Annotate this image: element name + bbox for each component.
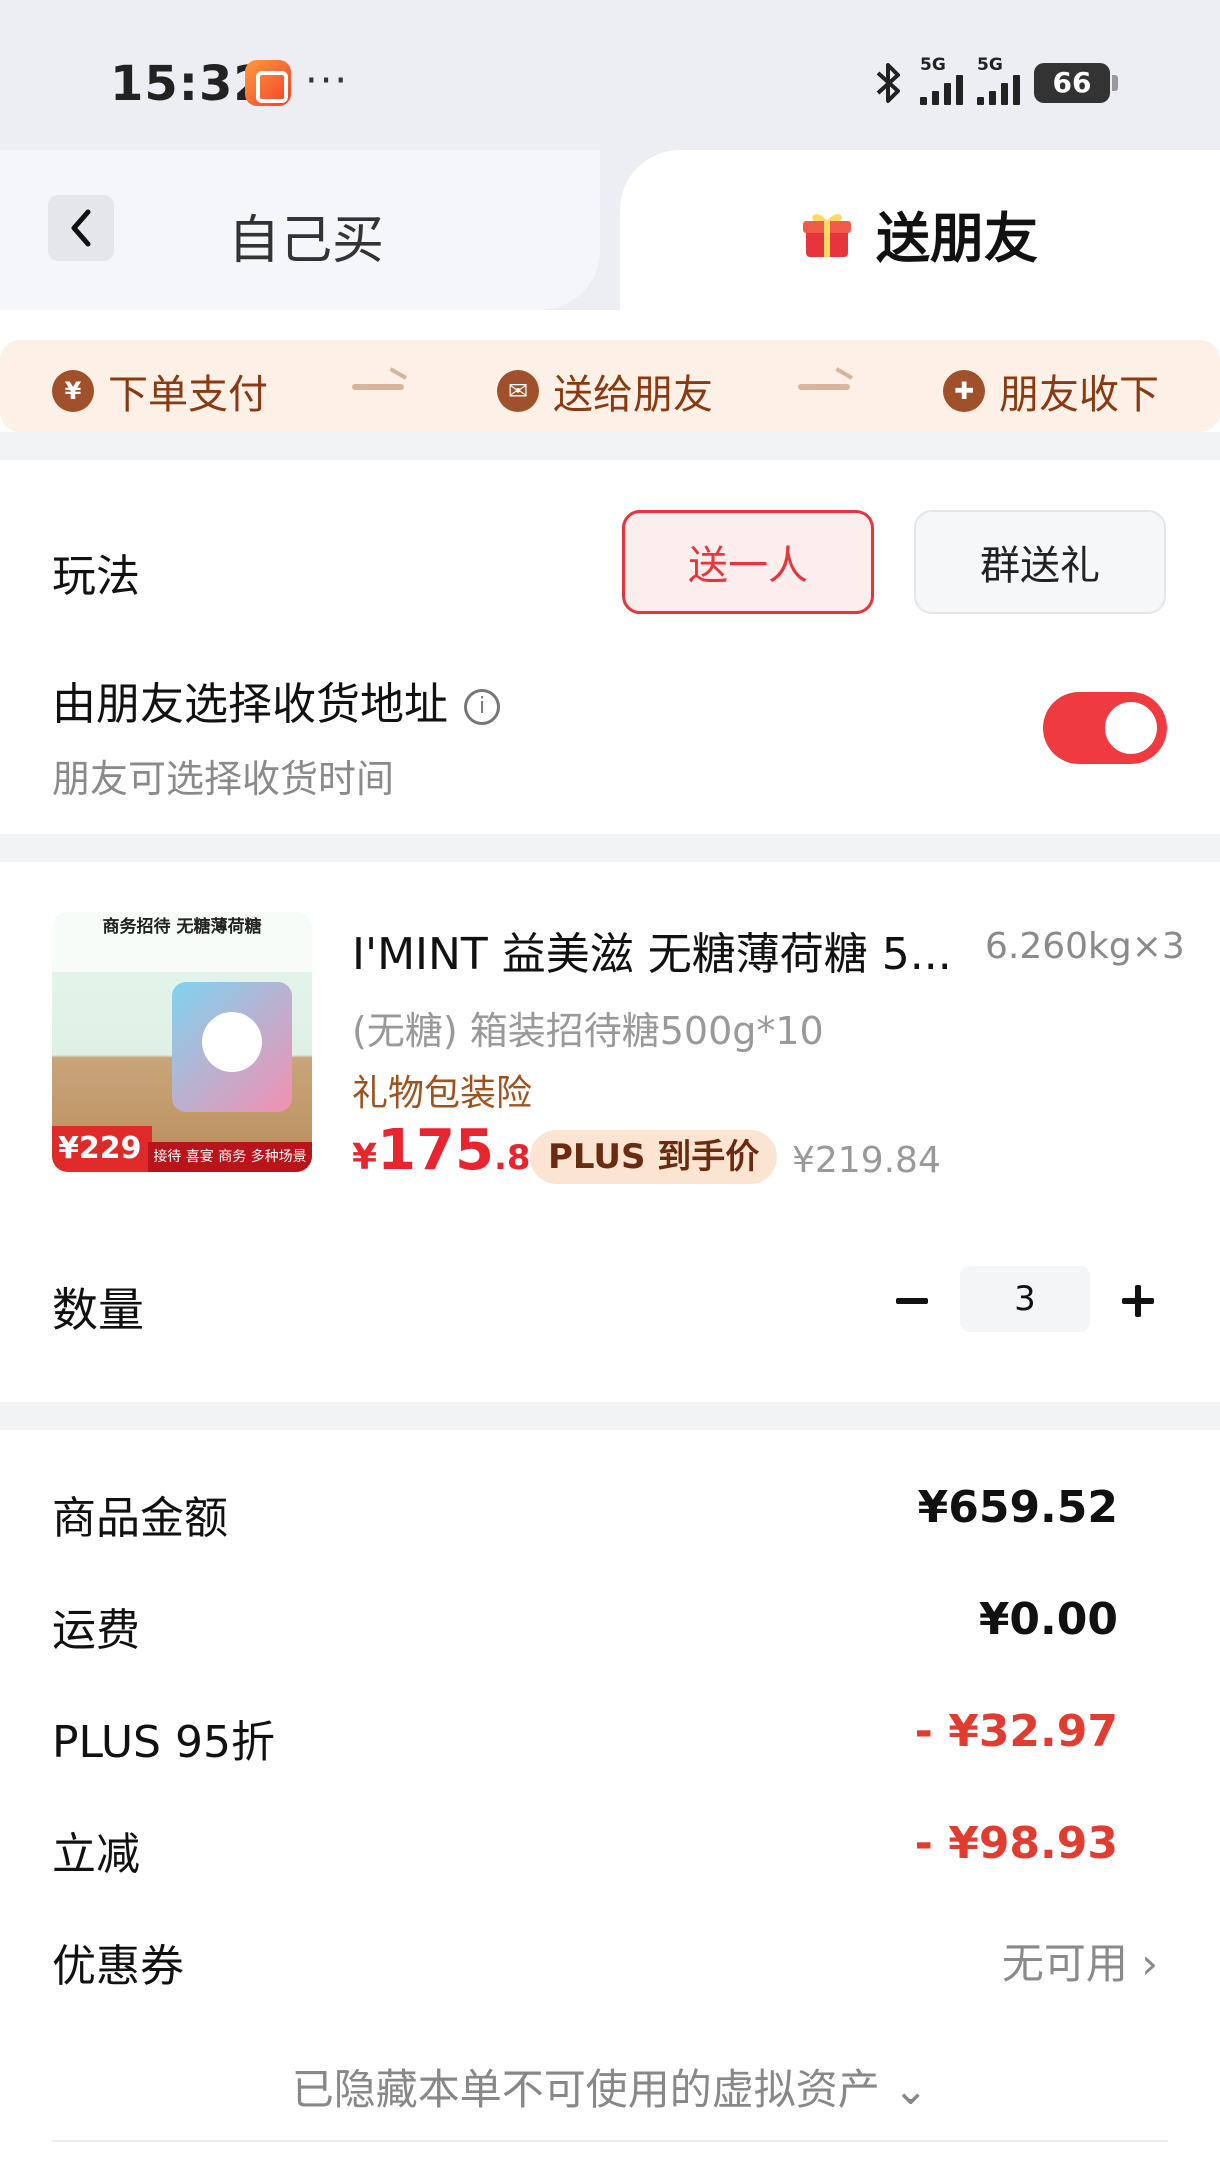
tab-send-friend-label: 送朋友 <box>876 207 1038 270</box>
signal-icon-2: 5G <box>977 55 1020 105</box>
product-spec: (无糖) 箱装招待糖500g*10 <box>352 1009 824 1053</box>
step-label: 送给朋友 <box>553 372 713 418</box>
tab-buy-self[interactable]: 自己买 <box>228 198 384 273</box>
wechat-icon: ✉ <box>497 370 539 412</box>
price-integer: 175 <box>377 1118 494 1183</box>
arrow-right-icon <box>352 384 404 390</box>
gift-icon <box>800 207 854 261</box>
status-indicators: 5G 5G 66 <box>872 55 1118 108</box>
more-notifications-icon: ··· <box>305 58 350 104</box>
quantity-label: 数量 <box>52 1283 144 1337</box>
original-price: ¥219.84 <box>792 1140 941 1181</box>
summary-value: ¥659.52 <box>917 1482 1118 1533</box>
tab-send-friend[interactable]: 送朋友 <box>800 194 1038 273</box>
bluetooth-icon <box>872 59 906 107</box>
product-image[interactable]: 商务招待 无糖薄荷糖 ¥229 接待 喜宴 商务 多种场景 <box>52 912 312 1172</box>
product-image-band: 接待 喜宴 商务 多种场景 <box>148 1142 312 1172</box>
summary-label: 运费 <box>52 1605 140 1656</box>
summary-label: PLUS 95折 <box>52 1717 275 1768</box>
address-title-row: 由朋友选择收货地址 i <box>52 668 500 732</box>
play-label: 玩法 <box>52 551 140 602</box>
quantity-decrease-button[interactable] <box>892 1270 936 1330</box>
gift-small-icon: ✚ <box>943 370 985 412</box>
summary-label: 立减 <box>52 1829 140 1880</box>
battery-icon: 66 <box>1034 63 1118 103</box>
friend-address-toggle[interactable] <box>1043 692 1167 764</box>
address-title: 由朋友选择收货地址 <box>52 679 448 730</box>
yen-icon: ¥ <box>52 370 94 412</box>
summary-value: ¥0.00 <box>978 1594 1118 1645</box>
product-title[interactable]: I'MINT 益美滋 无糖薄荷糖 5... <box>352 918 952 982</box>
summary-value: - ¥98.93 <box>914 1818 1118 1869</box>
coupon-label: 优惠券 <box>52 1941 184 1992</box>
chevron-left-icon <box>71 209 91 247</box>
coupon-selector[interactable]: 无可用 › <box>1002 1930 1158 1991</box>
step-receive: ✚ 朋友收下 <box>943 362 1159 420</box>
signal-icon-1: 5G <box>920 55 963 105</box>
option-send-one[interactable]: 送一人 <box>622 510 874 614</box>
product-image-caption: 商务招待 无糖薄荷糖 <box>52 912 312 972</box>
section-divider <box>0 432 1220 460</box>
option-group-gift[interactable]: 群送礼 <box>914 510 1166 614</box>
step-label: 朋友收下 <box>999 372 1159 418</box>
price-symbol: ¥ <box>352 1137 378 1178</box>
product-flower-graphic <box>202 1012 262 1072</box>
section-divider <box>0 1402 1220 1430</box>
status-bar: 15:32 ··· 5G 5G 66 <box>0 0 1220 150</box>
step-label: 下单支付 <box>108 372 268 418</box>
bottom-divider <box>52 2140 1168 2142</box>
quantity-increase-button[interactable] <box>1118 1270 1162 1330</box>
tab-header: 自己买 送朋友 <box>0 150 1220 310</box>
quantity-input[interactable]: 3 <box>960 1266 1090 1332</box>
hidden-assets-toggle[interactable]: 已隐藏本单不可使用的虚拟资产 ⌄ <box>0 2056 1220 2117</box>
arrow-right-icon <box>798 384 850 390</box>
gift-insurance: 礼物包装险 <box>352 1073 533 1114</box>
gift-steps-bar: ¥ 下单支付 ✉ 送给朋友 ✚ 朋友收下 <box>0 340 1220 432</box>
product-image-price: ¥229 <box>52 1126 152 1172</box>
product-price: ¥175.87 <box>352 1118 554 1183</box>
plus-price-badge: PLUS 到手价 <box>530 1130 778 1184</box>
section-divider <box>0 834 1220 862</box>
step-pay: ¥ 下单支付 <box>52 362 268 420</box>
product-weight: 6.260kg×3 <box>985 926 1185 967</box>
step-send: ✉ 送给朋友 <box>497 362 713 420</box>
summary-value: - ¥32.97 <box>914 1706 1118 1757</box>
summary-label: 商品金额 <box>52 1493 228 1544</box>
info-icon[interactable]: i <box>464 689 500 725</box>
app-notification-icon <box>245 60 291 106</box>
back-button[interactable] <box>48 195 114 261</box>
address-subtitle: 朋友可选择收货时间 <box>52 757 395 801</box>
